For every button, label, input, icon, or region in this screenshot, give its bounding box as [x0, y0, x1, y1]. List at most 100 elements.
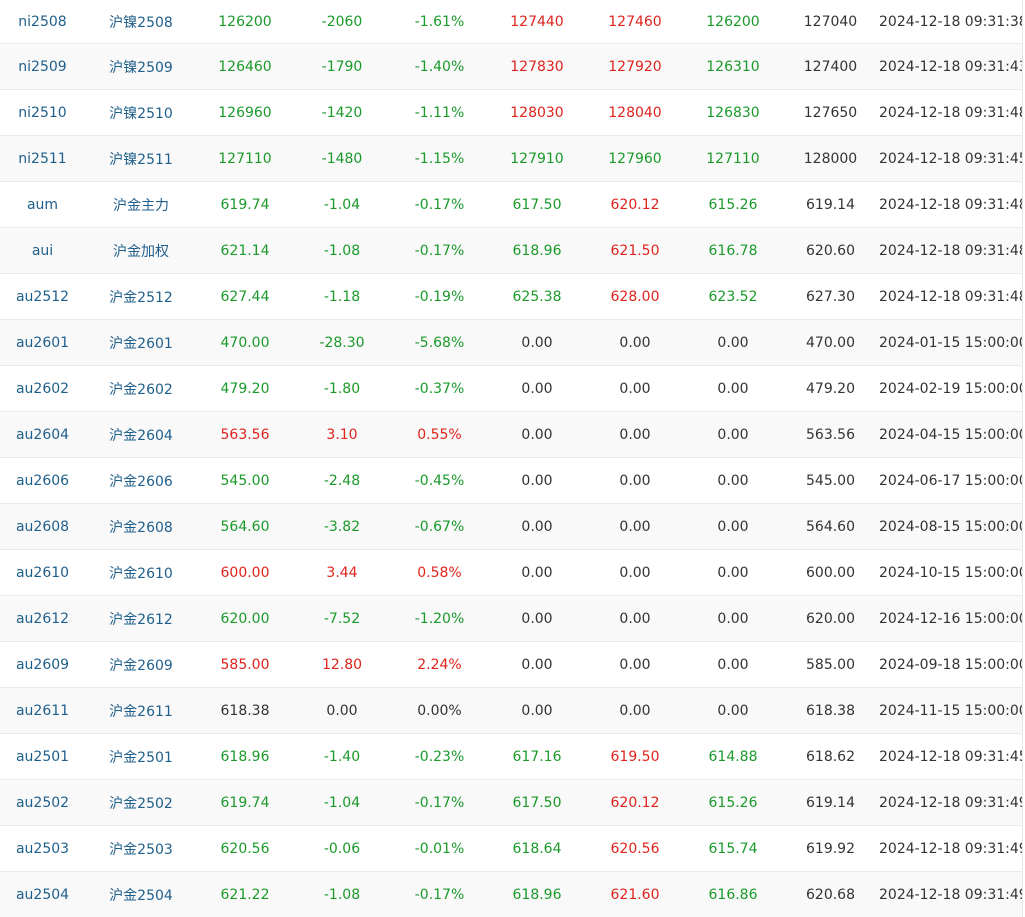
table-row[interactable]: ni2511沪镍2511127110-1480-1.15%12791012796…	[0, 136, 1023, 182]
contract-name-link[interactable]: 沪金2611	[109, 704, 173, 720]
table-cell-contract-name-link[interactable]: 沪金2512	[85, 274, 197, 320]
table-row[interactable]: au2612沪金2612620.00-7.52-1.20%0.000.000.0…	[0, 596, 1023, 642]
table-cell-contract-code-link[interactable]: au2501	[0, 734, 85, 780]
contract-code-link[interactable]: ni2508	[18, 14, 66, 30]
table-cell-contract-code-link[interactable]: au2610	[0, 550, 85, 596]
contract-code-link[interactable]: ni2510	[18, 105, 66, 121]
contract-name-link[interactable]: 沪金2609	[109, 658, 173, 674]
contract-code-link[interactable]: au2504	[16, 887, 69, 903]
table-cell-contract-name-link[interactable]: 沪镍2508	[85, 0, 197, 44]
contract-name-link[interactable]: 沪金2601	[109, 336, 173, 352]
table-cell-contract-name-link[interactable]: 沪金主力	[85, 182, 197, 228]
contract-code-link[interactable]: au2503	[16, 841, 69, 857]
contract-code-link[interactable]: au2512	[16, 289, 69, 305]
contract-code-link[interactable]: au2601	[16, 335, 69, 351]
table-row[interactable]: au2504沪金2504621.22-1.08-0.17%618.96621.6…	[0, 872, 1023, 917]
table-cell-contract-code-link[interactable]: ni2511	[0, 136, 85, 182]
table-row[interactable]: ni2508沪镍2508126200-2060-1.61%12744012746…	[0, 0, 1023, 44]
contract-code-link[interactable]: ni2509	[18, 59, 66, 75]
table-cell-contract-name-link[interactable]: 沪镍2509	[85, 44, 197, 90]
table-cell-contract-code-link[interactable]: aum	[0, 182, 85, 228]
table-cell-contract-name-link[interactable]: 沪镍2510	[85, 90, 197, 136]
contract-name-link[interactable]: 沪金2503	[109, 842, 173, 858]
contract-name-link[interactable]: 沪金2502	[109, 796, 173, 812]
table-cell-contract-code-link[interactable]: au2604	[0, 412, 85, 458]
contract-name-link[interactable]: 沪金2610	[109, 566, 173, 582]
contract-name-link[interactable]: 沪镍2509	[109, 60, 173, 76]
table-cell-contract-code-link[interactable]: au2503	[0, 826, 85, 872]
table-cell-contract-code-link[interactable]: ni2508	[0, 0, 85, 44]
contract-name-link[interactable]: 沪金2612	[109, 612, 173, 628]
table-cell-contract-name-link[interactable]: 沪金2602	[85, 366, 197, 412]
contract-name-link[interactable]: 沪金2604	[109, 428, 173, 444]
table-cell-contract-code-link[interactable]: au2611	[0, 688, 85, 734]
table-cell-contract-name-link[interactable]: 沪金2612	[85, 596, 197, 642]
contract-code-link[interactable]: au2606	[16, 473, 69, 489]
contract-code-link[interactable]: au2609	[16, 657, 69, 673]
table-row[interactable]: ni2510沪镍2510126960-1420-1.11%12803012804…	[0, 90, 1023, 136]
table-cell-contract-code-link[interactable]: au2608	[0, 504, 85, 550]
contract-name-link[interactable]: 沪镍2510	[109, 106, 173, 122]
contract-name-link[interactable]: 沪镍2508	[109, 15, 173, 31]
table-row[interactable]: aui沪金加权621.14-1.08-0.17%618.96621.50616.…	[0, 228, 1023, 274]
contract-code-link[interactable]: ni2511	[18, 151, 66, 167]
table-cell-contract-name-link[interactable]: 沪金2610	[85, 550, 197, 596]
contract-name-link[interactable]: 沪金2606	[109, 474, 173, 490]
table-row[interactable]: au2601沪金2601470.00-28.30-5.68%0.000.000.…	[0, 320, 1023, 366]
table-cell-contract-code-link[interactable]: au2504	[0, 872, 85, 917]
table-cell-contract-code-link[interactable]: au2602	[0, 366, 85, 412]
table-row[interactable]: aum沪金主力619.74-1.04-0.17%617.50620.12615.…	[0, 182, 1023, 228]
contract-name-link[interactable]: 沪金2608	[109, 520, 173, 536]
contract-name-link[interactable]: 沪镍2511	[109, 152, 173, 168]
table-row[interactable]: au2611沪金2611618.380.000.00%0.000.000.006…	[0, 688, 1023, 734]
table-cell-contract-name-link[interactable]: 沪镍2511	[85, 136, 197, 182]
table-row[interactable]: au2610沪金2610600.003.440.58%0.000.000.006…	[0, 550, 1023, 596]
table-cell-contract-name-link[interactable]: 沪金2504	[85, 872, 197, 917]
table-cell-contract-name-link[interactable]: 沪金2609	[85, 642, 197, 688]
contract-code-link[interactable]: au2602	[16, 381, 69, 397]
contract-name-link[interactable]: 沪金2504	[109, 888, 173, 904]
contract-code-link[interactable]: au2501	[16, 749, 69, 765]
table-cell-contract-name-link[interactable]: 沪金2502	[85, 780, 197, 826]
table-cell-contract-code-link[interactable]: au2512	[0, 274, 85, 320]
contract-code-link[interactable]: au2608	[16, 519, 69, 535]
contract-code-link[interactable]: au2612	[16, 611, 69, 627]
contract-code-link[interactable]: au2502	[16, 795, 69, 811]
table-row[interactable]: au2604沪金2604563.563.100.55%0.000.000.005…	[0, 412, 1023, 458]
contract-name-link[interactable]: 沪金主力	[113, 198, 169, 214]
table-cell-contract-name-link[interactable]: 沪金加权	[85, 228, 197, 274]
table-row[interactable]: au2503沪金2503620.56-0.06-0.01%618.64620.5…	[0, 826, 1023, 872]
contract-name-link[interactable]: 沪金2602	[109, 382, 173, 398]
contract-code-link[interactable]: au2611	[16, 703, 69, 719]
contract-code-link[interactable]: au2610	[16, 565, 69, 581]
table-row[interactable]: au2512沪金2512627.44-1.18-0.19%625.38628.0…	[0, 274, 1023, 320]
table-cell-contract-code-link[interactable]: au2502	[0, 780, 85, 826]
table-cell-contract-code-link[interactable]: au2606	[0, 458, 85, 504]
contract-name-link[interactable]: 沪金2501	[109, 750, 173, 766]
table-row[interactable]: au2501沪金2501618.96-1.40-0.23%617.16619.5…	[0, 734, 1023, 780]
table-cell-contract-name-link[interactable]: 沪金2501	[85, 734, 197, 780]
table-cell-contract-code-link[interactable]: au2601	[0, 320, 85, 366]
contract-code-link[interactable]: aui	[32, 243, 53, 259]
table-cell-contract-code-link[interactable]: ni2510	[0, 90, 85, 136]
table-cell-contract-name-link[interactable]: 沪金2604	[85, 412, 197, 458]
table-row[interactable]: au2608沪金2608564.60-3.82-0.67%0.000.000.0…	[0, 504, 1023, 550]
table-cell-contract-code-link[interactable]: au2612	[0, 596, 85, 642]
table-row[interactable]: au2502沪金2502619.74-1.04-0.17%617.50620.1…	[0, 780, 1023, 826]
table-cell-contract-name-link[interactable]: 沪金2601	[85, 320, 197, 366]
contract-name-link[interactable]: 沪金2512	[109, 290, 173, 306]
table-cell-contract-code-link[interactable]: aui	[0, 228, 85, 274]
table-cell-contract-name-link[interactable]: 沪金2606	[85, 458, 197, 504]
table-cell-contract-code-link[interactable]: au2609	[0, 642, 85, 688]
table-cell-contract-name-link[interactable]: 沪金2503	[85, 826, 197, 872]
table-cell-contract-name-link[interactable]: 沪金2608	[85, 504, 197, 550]
table-row[interactable]: au2606沪金2606545.00-2.48-0.45%0.000.000.0…	[0, 458, 1023, 504]
contract-code-link[interactable]: aum	[27, 197, 58, 213]
contract-code-link[interactable]: au2604	[16, 427, 69, 443]
contract-name-link[interactable]: 沪金加权	[113, 244, 169, 260]
table-row[interactable]: au2602沪金2602479.20-1.80-0.37%0.000.000.0…	[0, 366, 1023, 412]
table-row[interactable]: ni2509沪镍2509126460-1790-1.40%12783012792…	[0, 44, 1023, 90]
table-row[interactable]: au2609沪金2609585.0012.802.24%0.000.000.00…	[0, 642, 1023, 688]
table-cell-contract-code-link[interactable]: ni2509	[0, 44, 85, 90]
table-cell-contract-name-link[interactable]: 沪金2611	[85, 688, 197, 734]
